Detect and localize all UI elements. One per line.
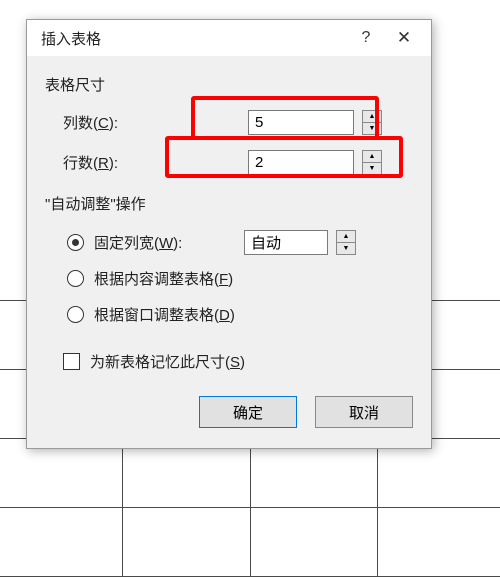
autofit-contents-radio[interactable] [67, 270, 84, 287]
fixed-width-radio[interactable] [67, 234, 84, 251]
insert-table-dialog: 插入表格 ? ✕ 表格尺寸 列数(C): ▲ ▼ 行数(R): ▲ ▼ [26, 19, 432, 449]
rows-spin-up[interactable]: ▲ [363, 151, 381, 163]
columns-label: 列数(C): [45, 112, 248, 133]
columns-spin-up[interactable]: ▲ [363, 111, 381, 123]
columns-input[interactable] [248, 110, 354, 135]
rows-spin-down[interactable]: ▼ [363, 163, 381, 174]
columns-spin-down[interactable]: ▼ [363, 123, 381, 134]
close-button[interactable]: ✕ [385, 23, 423, 53]
help-button[interactable]: ? [347, 23, 385, 53]
dialog-title: 插入表格 [41, 28, 347, 49]
autofit-window-label: 根据窗口调整表格(D) [94, 304, 235, 325]
fixed-width-spin-up[interactable]: ▲ [337, 231, 355, 243]
ok-button[interactable]: 确定 [199, 396, 297, 428]
autofit-contents-label: 根据内容调整表格(F) [94, 268, 233, 289]
dialog-titlebar[interactable]: 插入表格 ? ✕ [27, 20, 431, 56]
fixed-width-label: 固定列宽(W): [94, 232, 244, 253]
cancel-button[interactable]: 取消 [315, 396, 413, 428]
rows-input[interactable] [248, 150, 354, 175]
table-size-label: 表格尺寸 [45, 74, 413, 95]
remember-dimensions-label: 为新表格记忆此尺寸(S) [90, 351, 245, 372]
fixed-width-value-select[interactable]: 自动 [244, 230, 328, 255]
fixed-width-spin-down[interactable]: ▼ [337, 243, 355, 254]
autofit-window-radio[interactable] [67, 306, 84, 323]
remember-dimensions-checkbox[interactable] [63, 353, 80, 370]
rows-label: 行数(R): [45, 152, 248, 173]
autofit-section-label: "自动调整"操作 [45, 193, 413, 214]
